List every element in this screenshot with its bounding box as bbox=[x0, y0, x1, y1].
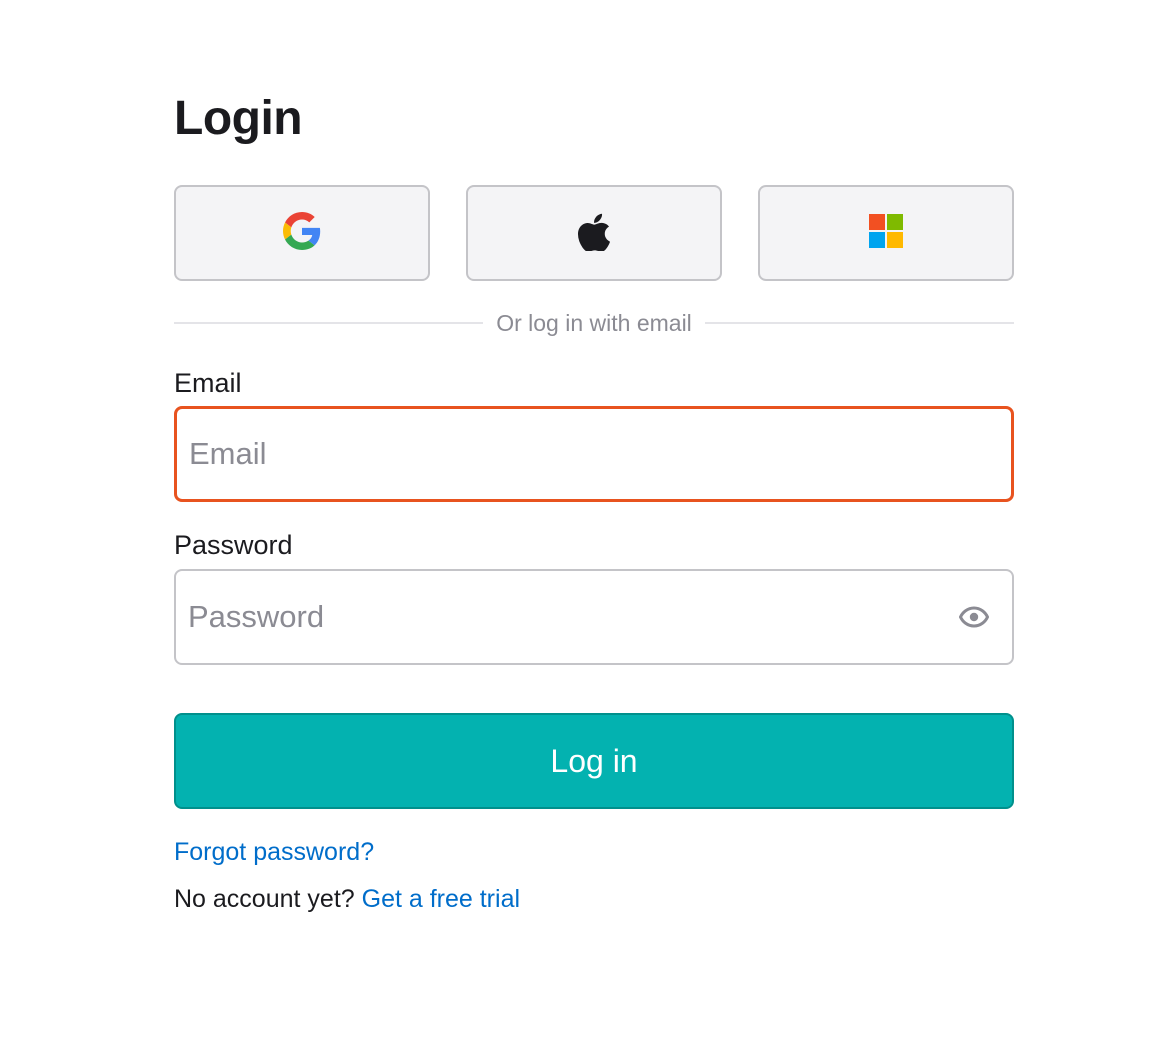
apple-login-button[interactable] bbox=[466, 185, 722, 281]
microsoft-icon bbox=[869, 213, 903, 253]
google-login-button[interactable] bbox=[174, 185, 430, 281]
login-form: Login Or log in with email Email Email P… bbox=[174, 88, 1015, 913]
email-input[interactable] bbox=[174, 406, 1014, 502]
email-divider: Or log in with email bbox=[174, 308, 1015, 338]
divider-text: Or log in with email bbox=[496, 309, 692, 336]
page-title: Login bbox=[174, 92, 303, 145]
eye-icon[interactable] bbox=[958, 601, 990, 633]
email-label: Email bbox=[174, 368, 242, 398]
password-input[interactable] bbox=[174, 569, 1014, 665]
signup-prompt-line: No account yet? Get a free trial bbox=[174, 883, 520, 915]
divider-line-left bbox=[174, 322, 484, 324]
divider-line-right bbox=[704, 322, 1015, 324]
signup-prompt-text: No account yet? bbox=[174, 885, 355, 913]
apple-icon bbox=[577, 211, 611, 256]
google-icon bbox=[283, 211, 321, 255]
login-page: Login Or log in with email Email Email P… bbox=[0, 0, 1170, 1060]
password-label: Password bbox=[174, 530, 293, 560]
login-button[interactable]: Log in bbox=[174, 713, 1014, 809]
free-trial-link[interactable]: Get a free trial bbox=[362, 885, 520, 913]
sso-buttons bbox=[174, 185, 1014, 281]
forgot-password-link[interactable]: Forgot password? bbox=[174, 836, 374, 868]
microsoft-login-button[interactable] bbox=[758, 185, 1014, 281]
